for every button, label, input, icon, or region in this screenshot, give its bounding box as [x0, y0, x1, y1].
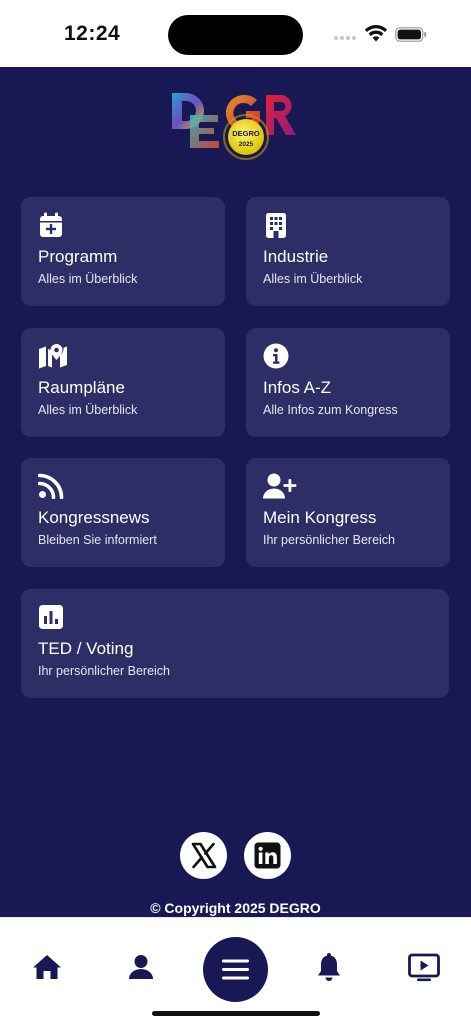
- x-social-button[interactable]: [180, 832, 227, 879]
- bottom-tab-bar: [0, 917, 471, 1024]
- home-icon[interactable]: [30, 950, 64, 984]
- user-plus-icon: [263, 473, 297, 499]
- tile-kongressnews[interactable]: Kongressnews Bleiben Sie informiert: [21, 458, 225, 567]
- tile-title: Raumpläne: [38, 378, 125, 397]
- dynamic-island: [168, 15, 303, 55]
- battery-icon: [395, 27, 427, 42]
- linkedin-logo-icon: [254, 842, 281, 869]
- tile-title: TED / Voting: [38, 639, 134, 658]
- tile-title: Kongressnews: [38, 508, 150, 527]
- x-logo-icon: [191, 842, 217, 869]
- tile-title: Industrie: [263, 247, 329, 266]
- user-icon[interactable]: [124, 950, 158, 984]
- tile-subtitle: Alles im Überblick: [38, 403, 138, 417]
- main-menu-button[interactable]: [203, 937, 268, 1002]
- tile-infos-a-z[interactable]: Infos A-Z Alle Infos zum Kongress: [246, 328, 450, 437]
- tile-subtitle: Bleiben Sie informiert: [38, 533, 157, 547]
- logo-degro-text: DEGRO: [232, 129, 260, 138]
- video-play-icon[interactable]: [407, 950, 441, 984]
- tile-title: Infos A-Z: [263, 378, 332, 397]
- wifi-icon: [364, 25, 388, 42]
- tile-subtitle: Alle Infos zum Kongress: [263, 403, 398, 417]
- tile-title: Mein Kongress: [263, 508, 377, 527]
- tile-subtitle: Alles im Überblick: [38, 272, 138, 286]
- calendar-plus-icon: [40, 212, 62, 237]
- info-icon: [263, 343, 289, 369]
- logo-year-text: 2025: [239, 141, 254, 148]
- copyright-text: © Copyright 2025 DEGRO: [150, 900, 321, 916]
- poll-chart-icon: [39, 605, 63, 629]
- degro-logo: DEGRO 2025: [172, 93, 296, 160]
- building-icon: [266, 213, 286, 238]
- rss-icon: [38, 473, 64, 499]
- tile-programm[interactable]: Programm Alles im Überblick: [21, 197, 225, 306]
- map-pin-icon: [39, 344, 67, 369]
- bell-icon[interactable]: [312, 950, 346, 984]
- status-time: 12:24: [64, 22, 121, 45]
- tile-ted-voting[interactable]: TED / Voting Ihr persönlicher Bereich: [21, 589, 449, 698]
- tile-subtitle: Ihr persönlicher Bereich: [38, 664, 171, 678]
- linkedin-social-button[interactable]: [244, 832, 291, 879]
- tile-subtitle: Alles im Überblick: [263, 272, 363, 286]
- home-screen: DEGRO 2025 Programm Alles im Überblick I…: [0, 67, 471, 917]
- status-bar: 12:24: [0, 0, 471, 67]
- tile-mein-kongress[interactable]: Mein Kongress Ihr persönlicher Bereich: [246, 458, 450, 567]
- cellular-signal-icon: [334, 36, 358, 42]
- home-indicator: [152, 1011, 320, 1016]
- tile-subtitle: Ihr persönlicher Bereich: [263, 533, 396, 547]
- tile-raumplaene[interactable]: Raumpläne Alles im Überblick: [21, 328, 225, 437]
- tile-title: Programm: [38, 247, 118, 266]
- menu-icon: [222, 959, 249, 980]
- tile-industrie[interactable]: Industrie Alles im Überblick: [246, 197, 450, 306]
